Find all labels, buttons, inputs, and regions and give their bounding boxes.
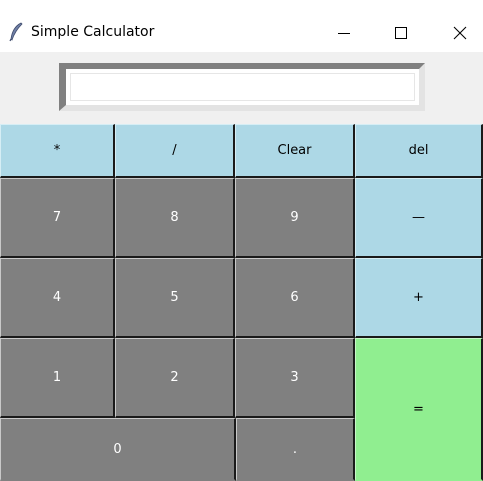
- digit-0-button[interactable]: 0: [0, 418, 236, 481]
- digit-4-button[interactable]: 4: [0, 258, 115, 338]
- digit-7-button[interactable]: 7: [0, 178, 115, 258]
- digit-2-button[interactable]: 2: [115, 338, 235, 418]
- clear-button[interactable]: Clear: [235, 124, 355, 178]
- equals-button[interactable]: =: [355, 338, 483, 481]
- divide-button[interactable]: /: [115, 124, 235, 178]
- digit-3-button[interactable]: 3: [235, 338, 355, 418]
- decimal-button[interactable]: .: [236, 418, 355, 481]
- digit-8-button[interactable]: 8: [115, 178, 235, 258]
- digit-6-button[interactable]: 6: [235, 258, 355, 338]
- digit-1-button[interactable]: 1: [0, 338, 115, 418]
- minus-button[interactable]: —: [355, 178, 483, 258]
- calculator-window: Simple Calculator * / Clear del 7 8 9 — …: [0, 0, 483, 481]
- digit-9-button[interactable]: 9: [235, 178, 355, 258]
- multiply-button[interactable]: *: [0, 124, 115, 178]
- keypad: * / Clear del 7 8 9 — 4 5 6 + 1 2 3 = 0 …: [0, 0, 483, 481]
- plus-button[interactable]: +: [355, 258, 483, 338]
- delete-button[interactable]: del: [355, 124, 483, 178]
- digit-5-button[interactable]: 5: [115, 258, 235, 338]
